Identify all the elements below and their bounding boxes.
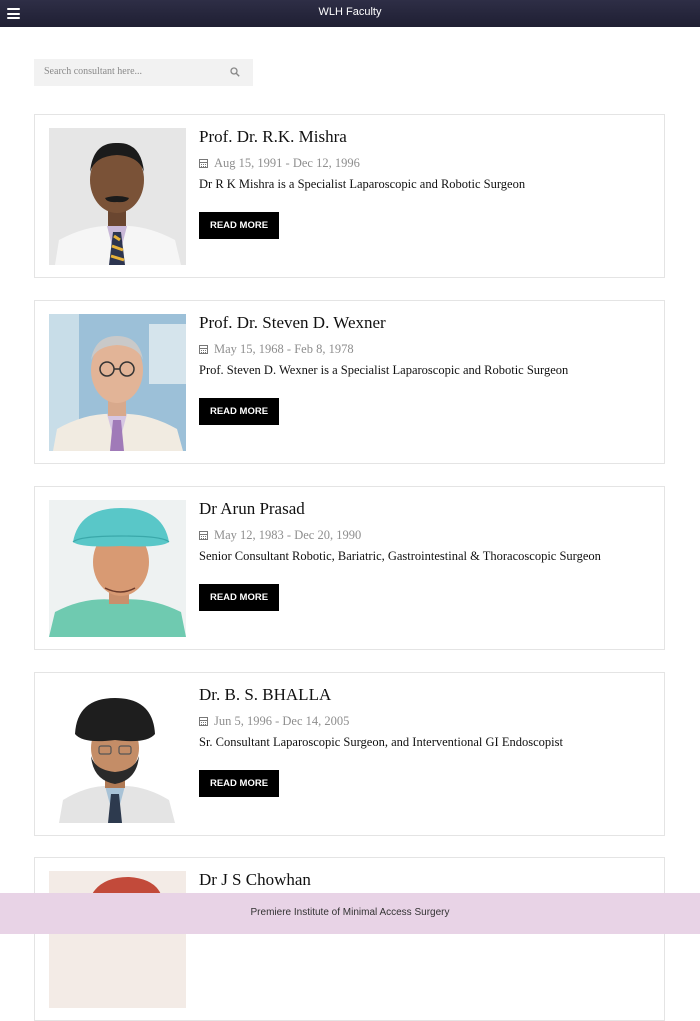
faculty-card: Prof. Dr. R.K. Mishra Aug 15, 1991 - Dec… (34, 114, 665, 278)
read-more-button[interactable]: READ MORE (199, 770, 279, 797)
faculty-card: Dr Arun Prasad May 12, 1983 - Dec 20, 19… (34, 486, 665, 650)
faculty-photo (49, 500, 186, 637)
faculty-name: Prof. Dr. Steven D. Wexner (199, 313, 386, 332)
calendar-icon (199, 717, 208, 726)
read-more-button[interactable]: READ MORE (199, 398, 279, 425)
faculty-name: Dr. B. S. BHALLA (199, 685, 332, 704)
calendar-icon (199, 531, 208, 540)
faculty-dates: Jun 5, 1996 - Dec 14, 2005 (199, 714, 349, 729)
footer-bar: Premiere Institute of Minimal Access Sur… (0, 893, 700, 934)
faculty-dates: May 12, 1983 - Dec 20, 1990 (199, 528, 361, 543)
faculty-photo (49, 314, 186, 451)
faculty-card: Prof. Dr. Steven D. Wexner May 15, 1968 … (34, 300, 665, 464)
search-input[interactable]: Search consultant here... (34, 59, 253, 86)
header-bar: WLH Faculty (0, 0, 700, 27)
calendar-icon (199, 159, 208, 168)
search-icon[interactable] (230, 67, 240, 77)
search-placeholder: Search consultant here... (44, 66, 143, 77)
faculty-photo (49, 686, 186, 823)
page-title: WLH Faculty (318, 6, 382, 18)
faculty-photo (49, 128, 186, 265)
faculty-card: Dr. B. S. BHALLA Jun 5, 1996 - Dec 14, 2… (34, 672, 665, 836)
faculty-dates: Aug 15, 1991 - Dec 12, 1996 (199, 156, 360, 171)
faculty-description: Sr. Consultant Laparoscopic Surgeon, and… (199, 735, 563, 749)
footer-text: Premiere Institute of Minimal Access Sur… (250, 907, 450, 918)
calendar-icon (199, 345, 208, 354)
faculty-name: Dr J S Chowhan (199, 870, 311, 889)
read-more-button[interactable]: READ MORE (199, 584, 279, 611)
read-more-button[interactable]: READ MORE (199, 212, 279, 239)
faculty-name: Prof. Dr. R.K. Mishra (199, 127, 347, 146)
faculty-description: Dr R K Mishra is a Specialist Laparoscop… (199, 177, 526, 191)
faculty-description: Senior Consultant Robotic, Bariatric, Ga… (199, 549, 601, 563)
faculty-name: Dr Arun Prasad (199, 499, 305, 518)
faculty-dates: May 15, 1968 - Feb 8, 1978 (199, 342, 354, 357)
faculty-card: Dr J S Chowhan (34, 857, 665, 1021)
faculty-description: Prof. Steven D. Wexner is a Specialist L… (199, 363, 569, 377)
faculty-photo (49, 871, 186, 1008)
